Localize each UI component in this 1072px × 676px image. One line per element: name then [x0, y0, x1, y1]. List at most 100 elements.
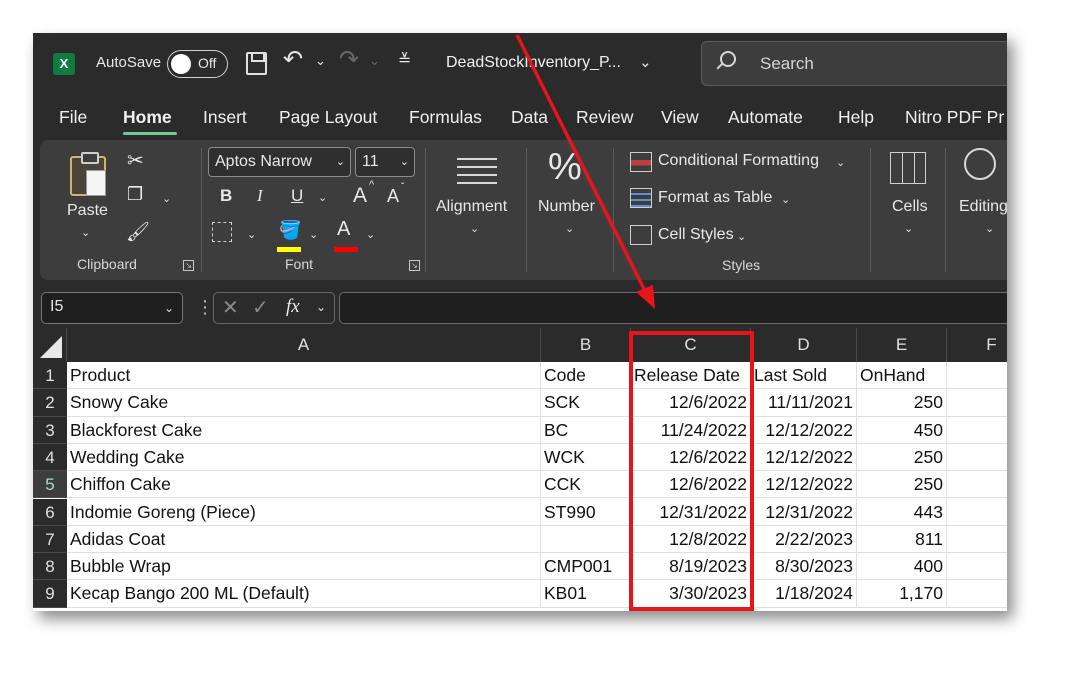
cell-empty[interactable] [947, 444, 1007, 472]
copy-chevron-down-icon[interactable]: ⌄ [162, 192, 171, 205]
tab-review[interactable]: Review [576, 107, 633, 128]
cells-icon[interactable] [890, 152, 926, 184]
fill-color-chevron-down-icon[interactable]: ⌄ [309, 228, 318, 241]
paste-button[interactable]: Paste [67, 202, 108, 220]
font-color-button[interactable]: A [337, 218, 350, 241]
cells-button[interactable]: Cells [892, 198, 928, 216]
cell-onhand[interactable]: 250 [857, 471, 947, 499]
shrink-font-button[interactable]: A [387, 186, 399, 207]
cell-header-release-date[interactable]: Release Date [631, 362, 751, 390]
cell-last-sold[interactable]: 2/22/2023 [751, 525, 857, 554]
customize-qat-icon[interactable]: ≚ [398, 50, 411, 70]
clipboard-launcher-icon[interactable]: ↘ [183, 260, 194, 271]
redo-chevron-down-icon[interactable]: ⌄ [369, 53, 380, 69]
font-launcher-icon[interactable]: ↘ [409, 260, 420, 271]
cell-code[interactable]: ST990 [541, 498, 631, 526]
enter-icon[interactable]: ✓ [252, 295, 269, 320]
tab-home[interactable]: Home [123, 107, 172, 128]
cell-release-date[interactable]: 12/6/2022 [631, 389, 751, 417]
cell-empty[interactable] [947, 580, 1007, 608]
column-header-f[interactable]: F [947, 328, 1007, 362]
cell-product[interactable]: Kecap Bango 200 ML (Default) [67, 580, 541, 608]
cell-last-sold[interactable]: 12/12/2022 [751, 471, 857, 499]
cell-header-code[interactable]: Code [541, 362, 631, 390]
cancel-icon[interactable]: ✕ [222, 295, 239, 320]
row-header-2[interactable]: 2 [33, 389, 67, 417]
cell-onhand[interactable]: 443 [857, 498, 947, 526]
underline-button[interactable]: U [291, 186, 303, 206]
row-header-1[interactable]: 1 [33, 362, 67, 390]
copy-icon[interactable]: ❐ [127, 184, 143, 205]
cut-icon[interactable]: ✂ [127, 148, 144, 173]
cell-last-sold[interactable]: 12/12/2022 [751, 443, 857, 472]
drag-handle-icon[interactable]: ⋮ [196, 297, 214, 318]
cell-onhand[interactable]: 250 [857, 443, 947, 472]
row-header-6[interactable]: 6 [33, 498, 67, 526]
row-header-7[interactable]: 7 [33, 525, 67, 554]
cell-code[interactable]: BC [541, 416, 631, 444]
alignment-button[interactable]: Alignment [436, 198, 507, 216]
formula-input[interactable] [339, 292, 1007, 324]
document-title[interactable]: DeadStockInventory_P... [446, 54, 621, 72]
cell-empty[interactable] [947, 417, 1007, 444]
cell-release-date[interactable]: 12/8/2022 [631, 525, 751, 554]
name-box[interactable]: I5 ⌄ [41, 292, 183, 324]
cell-release-date[interactable]: 12/31/2022 [631, 498, 751, 526]
tab-nitro-pdf[interactable]: Nitro PDF Pr [905, 107, 1004, 128]
tab-view[interactable]: View [661, 107, 699, 128]
cell-product[interactable]: Indomie Goreng (Piece) [67, 498, 541, 526]
cell-onhand[interactable]: 400 [857, 553, 947, 581]
cell-release-date[interactable]: 12/6/2022 [631, 443, 751, 472]
cell-release-date[interactable]: 11/24/2022 [631, 416, 751, 444]
tab-file[interactable]: File [59, 107, 87, 128]
paste-chevron-down-icon[interactable]: ⌄ [81, 226, 90, 239]
doc-title-chevron-down-icon[interactable]: ⌄ [639, 53, 652, 71]
cell-code[interactable] [541, 525, 631, 554]
font-size-select[interactable]: 11 ⌄ [355, 147, 415, 177]
borders-chevron-down-icon[interactable]: ⌄ [247, 228, 256, 241]
redo-icon[interactable]: ↷ [339, 45, 359, 74]
editing-icon[interactable] [964, 148, 996, 180]
cell-empty[interactable] [947, 499, 1007, 526]
conditional-formatting-chevron-down-icon[interactable]: ⌄ [836, 156, 845, 169]
tab-page-layout[interactable]: Page Layout [279, 107, 377, 128]
cell-empty[interactable] [947, 471, 1007, 499]
number-button[interactable]: Number [538, 198, 595, 216]
chevron-down-icon[interactable]: ⌄ [316, 300, 326, 314]
cell-product[interactable]: Bubble Wrap [67, 553, 541, 581]
cell-empty[interactable] [947, 362, 1007, 390]
row-header-4[interactable]: 4 [33, 443, 67, 472]
number-chevron-down-icon[interactable]: ⌄ [565, 222, 574, 235]
cell-onhand[interactable]: 1,170 [857, 580, 947, 608]
cell-code[interactable]: CMP001 [541, 553, 631, 581]
cell-product[interactable]: Chiffon Cake [67, 471, 541, 499]
cells-chevron-down-icon[interactable]: ⌄ [904, 222, 913, 235]
format-as-table-button[interactable]: Format as Table [658, 189, 772, 207]
cell-release-date[interactable]: 3/30/2023 [631, 580, 751, 608]
fill-color-icon[interactable]: 🪣 [279, 220, 301, 241]
undo-icon[interactable]: ↶ [283, 45, 303, 74]
number-format-icon[interactable]: % [548, 146, 582, 189]
font-color-chevron-down-icon[interactable]: ⌄ [366, 228, 375, 241]
tab-data[interactable]: Data [511, 107, 548, 128]
conditional-formatting-button[interactable]: Conditional Formatting [658, 152, 819, 170]
cell-release-date[interactable]: 8/19/2023 [631, 553, 751, 581]
cell-styles-chevron-down-icon[interactable]: ⌄ [737, 230, 746, 243]
cell-product[interactable]: Wedding Cake [67, 443, 541, 472]
row-header-3[interactable]: 3 [33, 416, 67, 444]
row-header-8[interactable]: 8 [33, 553, 67, 581]
cell-code[interactable]: KB01 [541, 580, 631, 608]
paste-icon[interactable] [70, 152, 106, 196]
bold-button[interactable]: B [220, 186, 232, 206]
underline-chevron-down-icon[interactable]: ⌄ [318, 191, 327, 204]
row-header-9[interactable]: 9 [33, 580, 67, 608]
cell-code[interactable]: WCK [541, 443, 631, 472]
cell-last-sold[interactable]: 12/31/2022 [751, 498, 857, 526]
editing-chevron-down-icon[interactable]: ⌄ [985, 222, 994, 235]
undo-chevron-down-icon[interactable]: ⌄ [315, 53, 326, 69]
cell-onhand[interactable]: 450 [857, 416, 947, 444]
cell-onhand[interactable]: 250 [857, 389, 947, 417]
borders-icon[interactable] [212, 222, 232, 242]
tab-help[interactable]: Help [838, 107, 874, 128]
font-name-select[interactable]: Aptos Narrow ⌄ [208, 147, 351, 177]
